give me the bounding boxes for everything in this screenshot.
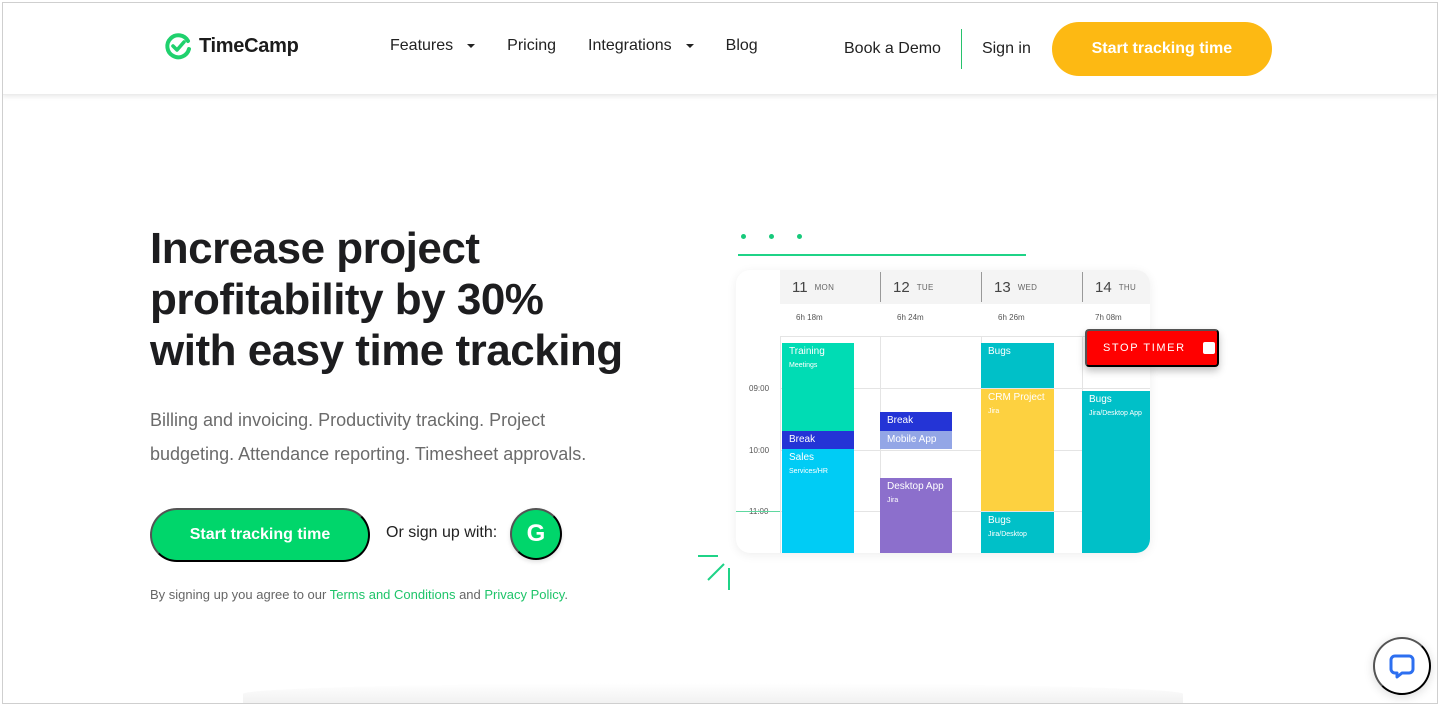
event-subtitle: Jira <box>988 408 1000 415</box>
event-subtitle: Jira <box>887 497 899 504</box>
calendar-event[interactable]: Sales Services/HR <box>782 449 854 553</box>
event-title: Desktop App <box>887 481 944 492</box>
hero-subtitle-line: Billing and invoicing. Productivity trac… <box>150 410 546 430</box>
legal-suffix: . <box>564 587 568 602</box>
hero-title-line: profitability by 30% <box>150 275 544 324</box>
nav-pricing-label: Pricing <box>507 37 557 54</box>
nav-features[interactable]: Features <box>390 37 476 55</box>
hero-start-tracking-button[interactable]: Start tracking time <box>150 508 370 562</box>
event-subtitle: Jira/Desktop App <box>1089 410 1142 417</box>
current-time-indicator <box>736 511 780 512</box>
live-chat-button[interactable] <box>1373 637 1431 695</box>
day-name: THU <box>1118 282 1137 292</box>
chat-bubble-icon <box>1389 654 1415 679</box>
calendar-event[interactable]: Desktop App Jira <box>880 478 952 553</box>
header-actions: Book a Demo Sign in Start tracking time <box>844 22 1272 76</box>
page-frame: TimeCamp Features Pricing Integrations B… <box>2 2 1438 704</box>
decorative-line <box>738 254 1026 256</box>
nav-pricing[interactable]: Pricing <box>507 37 556 55</box>
dot-icon <box>769 234 774 239</box>
nav-blog[interactable]: Blog <box>726 37 758 55</box>
day-total: 6h 24m <box>897 313 924 322</box>
stop-timer-label: STOP TIMER <box>1103 342 1186 354</box>
time-label: 10:00 <box>749 446 770 455</box>
day-header: 12 TUE <box>881 270 934 304</box>
calendar-event[interactable]: CRM Project Jira <box>981 389 1054 511</box>
calendar-event[interactable]: Break <box>880 412 952 431</box>
day-header: 14 THU <box>1083 270 1136 304</box>
day-name: MON <box>814 282 835 292</box>
calendar-illustration: 11 MON 12 TUE 13 WED 14 THU 6h 18m 6h 24… <box>736 270 1150 553</box>
google-icon: G <box>526 520 546 547</box>
hero-title-line: with easy time tracking <box>150 326 623 375</box>
section-shadow <box>243 683 1183 703</box>
header-start-tracking-button[interactable]: Start tracking time <box>1051 22 1272 76</box>
terms-link[interactable]: Terms and Conditions <box>330 587 456 602</box>
calendar-event[interactable]: Bugs <box>981 343 1054 388</box>
logo-check-icon <box>165 33 191 60</box>
event-title: Break <box>887 415 914 426</box>
event-title: Bugs <box>1089 394 1112 405</box>
book-demo-link[interactable]: Book a Demo <box>844 40 941 58</box>
event-title: Mobile App <box>887 434 937 445</box>
privacy-link[interactable]: Privacy Policy <box>484 587 564 602</box>
stop-square-icon <box>1202 342 1215 354</box>
calendar-event[interactable]: Mobile App <box>880 431 952 449</box>
legal-prefix: By signing up you agree to our <box>150 587 330 602</box>
sparkle-decoration-icon <box>698 555 730 590</box>
event-subtitle: Jira/Desktop <box>988 531 1027 538</box>
calendar-event[interactable]: Bugs Jira/Desktop <box>981 512 1054 553</box>
nav-integrations-label: Integrations <box>588 37 672 54</box>
time-label: 09:00 <box>749 384 770 393</box>
dot-icon <box>741 234 746 239</box>
logo-text: TimeCamp <box>199 34 299 57</box>
stop-timer-button[interactable]: STOP TIMER <box>1085 329 1219 367</box>
event-subtitle: Meetings <box>789 362 818 369</box>
calendar-event[interactable]: Training Meetings <box>782 343 854 431</box>
calendar-event[interactable]: Break <box>782 431 854 449</box>
event-title: Sales <box>789 452 815 463</box>
event-title: Bugs <box>988 346 1011 357</box>
sign-in-link[interactable]: Sign in <box>982 40 1031 58</box>
hero-subtitle: Billing and invoicing. Productivity trac… <box>150 403 620 471</box>
legal-notice: By signing up you agree to our Terms and… <box>150 587 568 602</box>
event-title: Training <box>789 346 825 357</box>
hero-title: Increase project profitability by 30% wi… <box>150 223 670 376</box>
nav-integrations[interactable]: Integrations <box>588 37 694 55</box>
nav-blog-label: Blog <box>725 37 758 54</box>
hero-title-line: Increase project <box>150 224 480 273</box>
timecamp-logo[interactable]: TimeCamp <box>163 31 299 61</box>
caret-down-icon <box>467 44 476 48</box>
window-dots-decoration <box>741 234 802 239</box>
day-total: 7h 08m <box>1095 313 1122 322</box>
dot-icon <box>797 234 802 239</box>
nav-features-label: Features <box>390 37 454 54</box>
event-subtitle: Services/HR <box>789 468 828 475</box>
legal-middle: and <box>455 587 485 602</box>
nav-divider <box>960 29 962 69</box>
event-title: Bugs <box>988 515 1011 526</box>
event-title: CRM Project <box>988 392 1045 403</box>
day-number: 12 <box>893 278 910 296</box>
day-number: 11 <box>792 278 808 296</box>
caret-down-icon <box>685 44 694 48</box>
day-name: TUE <box>916 282 934 292</box>
day-header: 13 WED <box>982 270 1037 304</box>
day-name: WED <box>1017 282 1038 292</box>
google-signup-button[interactable]: G <box>510 508 562 560</box>
day-total: 6h 26m <box>998 313 1025 322</box>
main-nav: Features Pricing Integrations Blog <box>390 37 790 55</box>
day-number: 13 <box>994 278 1011 296</box>
day-total: 6h 18m <box>796 313 823 322</box>
grid-line <box>780 336 781 553</box>
day-header: 11 MON <box>780 270 834 304</box>
hero-subtitle-line: budgeting. Attendance reporting. Timeshe… <box>150 444 587 464</box>
day-number: 14 <box>1095 278 1112 296</box>
site-header: TimeCamp Features Pricing Integrations B… <box>3 3 1437 95</box>
calendar-event[interactable]: Bugs Jira/Desktop App <box>1082 391 1150 553</box>
event-title: Break <box>789 434 816 445</box>
or-sign-up-label: Or sign up with: <box>386 524 498 541</box>
